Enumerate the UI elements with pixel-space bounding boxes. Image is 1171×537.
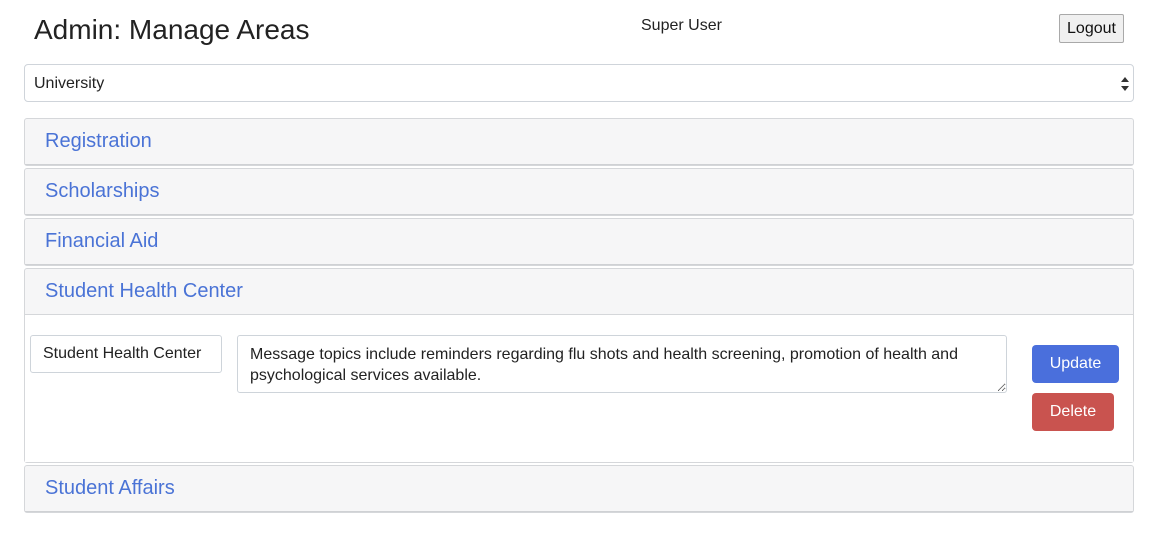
accordion-header-student-affairs[interactable]: Student Affairs [25,466,1133,512]
area-select-value: University [34,75,105,92]
accordion-item-financial-aid: Financial Aid [24,218,1134,266]
accordion-item-registration: Registration [24,118,1134,166]
delete-button[interactable]: Delete [1032,393,1114,431]
page-title: Admin: Manage Areas [34,14,310,45]
accordion-item-student-health-center: Student Health Center Message topics inc… [24,268,1134,463]
logout-button[interactable]: Logout [1059,14,1124,43]
area-select[interactable]: University [24,64,1134,102]
select-arrows-icon [1121,77,1129,91]
current-user-label: Super User [641,17,722,34]
accordion-item-scholarships: Scholarships [24,168,1134,216]
accordion-item-student-affairs: Student Affairs [24,465,1134,513]
area-edit-form: Message topics include reminders regardi… [25,315,1133,462]
accordion-header-financial-aid[interactable]: Financial Aid [25,219,1133,265]
area-description-textarea[interactable]: Message topics include reminders regardi… [237,335,1007,393]
accordion-header-registration[interactable]: Registration [25,119,1133,165]
update-button[interactable]: Update [1032,345,1119,383]
areas-accordion: Registration Scholarships Financial Aid … [24,118,1134,515]
accordion-header-student-health-center[interactable]: Student Health Center [25,269,1133,315]
area-name-input[interactable] [30,335,222,373]
accordion-header-scholarships[interactable]: Scholarships [25,169,1133,215]
